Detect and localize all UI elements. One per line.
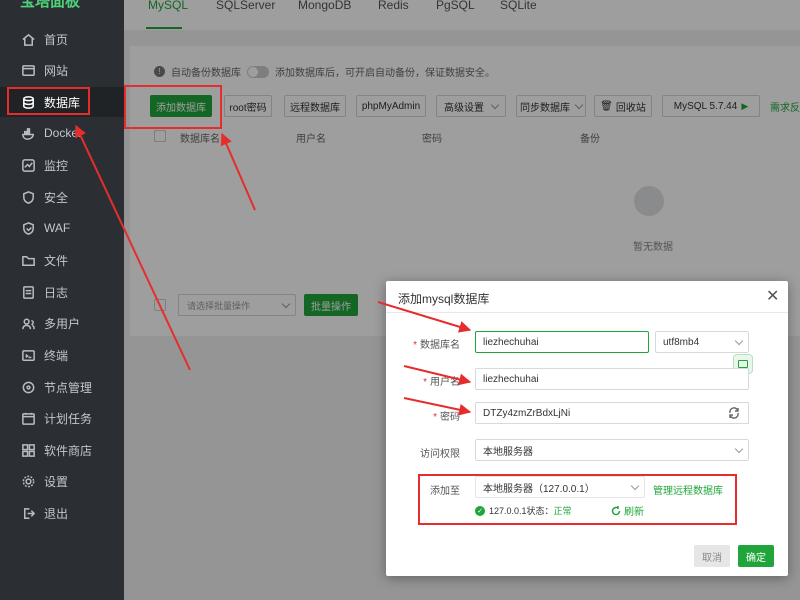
store-icon: [20, 442, 36, 458]
add-mysql-dialog: 添加mysql数据库 ✕ * 数据库名 liezhechuhai utf8mb4 …: [386, 281, 788, 576]
sidebar-item-label: 日志: [44, 285, 69, 300]
sidebar-item-label: 退出: [44, 506, 69, 521]
sidebar-item-label: 软件商店: [44, 443, 93, 458]
folder-icon: [20, 252, 36, 268]
check-circle-icon: ✓: [475, 505, 485, 516]
db-name-value: liezhechuhai: [483, 336, 539, 348]
gear-icon: [20, 473, 36, 489]
cancel-button[interactable]: 取消: [694, 545, 730, 567]
sidebar-item-home[interactable]: 首页: [0, 24, 124, 54]
sidebar-item-label: 网站: [44, 63, 69, 78]
terminal-icon: [20, 347, 36, 363]
sidebar-item-docker[interactable]: Docker: [0, 118, 124, 148]
server-status: ✓ 127.0.0.1状态： 正常: [475, 504, 572, 517]
sidebar-item-settings[interactable]: 设置: [0, 466, 124, 496]
password-input[interactable]: DTZy4zmZrBdxLjNi: [475, 402, 720, 424]
db-name-input[interactable]: liezhechuhai: [475, 331, 649, 353]
username-value: liezhechuhai: [483, 373, 539, 385]
access-value: 本地服务器: [483, 446, 533, 458]
home-icon: [20, 31, 36, 47]
sidebar-item-label: 监控: [44, 158, 69, 173]
access-label: 访问权限: [420, 449, 460, 460]
log-icon: [20, 284, 36, 300]
waf-icon: [20, 220, 36, 236]
access-select[interactable]: 本地服务器: [475, 439, 749, 461]
sidebar-item-website[interactable]: 网站: [0, 55, 124, 85]
sidebar-item-label: Docker: [44, 126, 83, 140]
monitor-icon: [20, 157, 36, 173]
refresh-label: 刷新: [624, 507, 644, 518]
globe-icon: [20, 62, 36, 78]
username-input[interactable]: liezhechuhai: [475, 368, 749, 390]
password-label: * 密码: [433, 412, 460, 423]
generate-password-button[interactable]: [719, 402, 749, 424]
logout-icon: [20, 505, 36, 521]
sidebar-item-label: 多用户: [44, 316, 81, 331]
sidebar-item-label: 安全: [44, 190, 69, 205]
sidebar-item-logs[interactable]: 日志: [0, 277, 124, 307]
sidebar-item-nodes[interactable]: 节点管理: [0, 372, 124, 402]
status-prefix: 127.0.0.1状态：: [489, 506, 554, 516]
password-value: DTZy4zmZrBdxLjNi: [483, 407, 571, 419]
charset-select[interactable]: utf8mb4: [655, 331, 749, 353]
add-database-highlight-box: [124, 85, 222, 129]
refresh-status-link[interactable]: 刷新: [611, 503, 644, 518]
status-value: 正常: [553, 506, 572, 516]
add-to-value: 本地服务器（127.0.0.1）: [483, 483, 595, 495]
dialog-divider: [386, 312, 788, 313]
refresh-icon: [611, 505, 621, 515]
confirm-button[interactable]: 确定: [738, 545, 774, 567]
add-to-select[interactable]: 本地服务器（127.0.0.1）: [475, 476, 645, 498]
sidebar-item-terminal[interactable]: 终端: [0, 340, 124, 370]
chevron-down-icon: [734, 444, 744, 453]
sidebar-item-label: 节点管理: [44, 380, 93, 395]
sidebar-item-logout[interactable]: 退出: [0, 498, 124, 528]
clock-icon: [20, 410, 36, 426]
chevron-down-icon: [630, 481, 640, 490]
users-icon: [20, 315, 36, 331]
sidebar-item-store[interactable]: 软件商店: [0, 435, 124, 465]
docker-icon: [20, 125, 36, 141]
charset-value: utf8mb4: [663, 336, 700, 348]
sidebar-item-label: 文件: [44, 253, 69, 268]
add-to-label: 添加至: [430, 486, 460, 497]
close-icon[interactable]: ✕: [766, 289, 779, 305]
dialog-title: 添加mysql数据库: [398, 292, 490, 306]
sidebar-item-label: 终端: [44, 348, 69, 363]
sidebar-item-files[interactable]: 文件: [0, 245, 124, 275]
node-icon: [20, 379, 36, 395]
db-name-label: * 数据库名: [413, 340, 460, 351]
sidebar-item-label: 设置: [44, 474, 69, 489]
sidebar-item-users[interactable]: 多用户: [0, 308, 124, 338]
sidebar-item-cron[interactable]: 计划任务: [0, 403, 124, 433]
sidebar-item-waf[interactable]: WAF: [0, 213, 124, 243]
sidebar-item-label: 首页: [44, 32, 69, 47]
username-label: * 用户名: [423, 377, 460, 388]
chevron-down-icon: [734, 336, 744, 345]
refresh-icon: [728, 407, 739, 419]
sidebar-item-monitor[interactable]: 监控: [0, 150, 124, 180]
shield-icon: [20, 189, 36, 205]
manage-remote-db-link[interactable]: 管理远程数据库: [653, 482, 723, 497]
database-highlight-box: [7, 87, 90, 115]
sidebar-item-security[interactable]: 安全: [0, 182, 124, 212]
sidebar-item-label: 计划任务: [44, 411, 93, 426]
sidebar-item-label: WAF: [44, 221, 71, 235]
app-logo: 宝塔面板: [20, 0, 81, 10]
